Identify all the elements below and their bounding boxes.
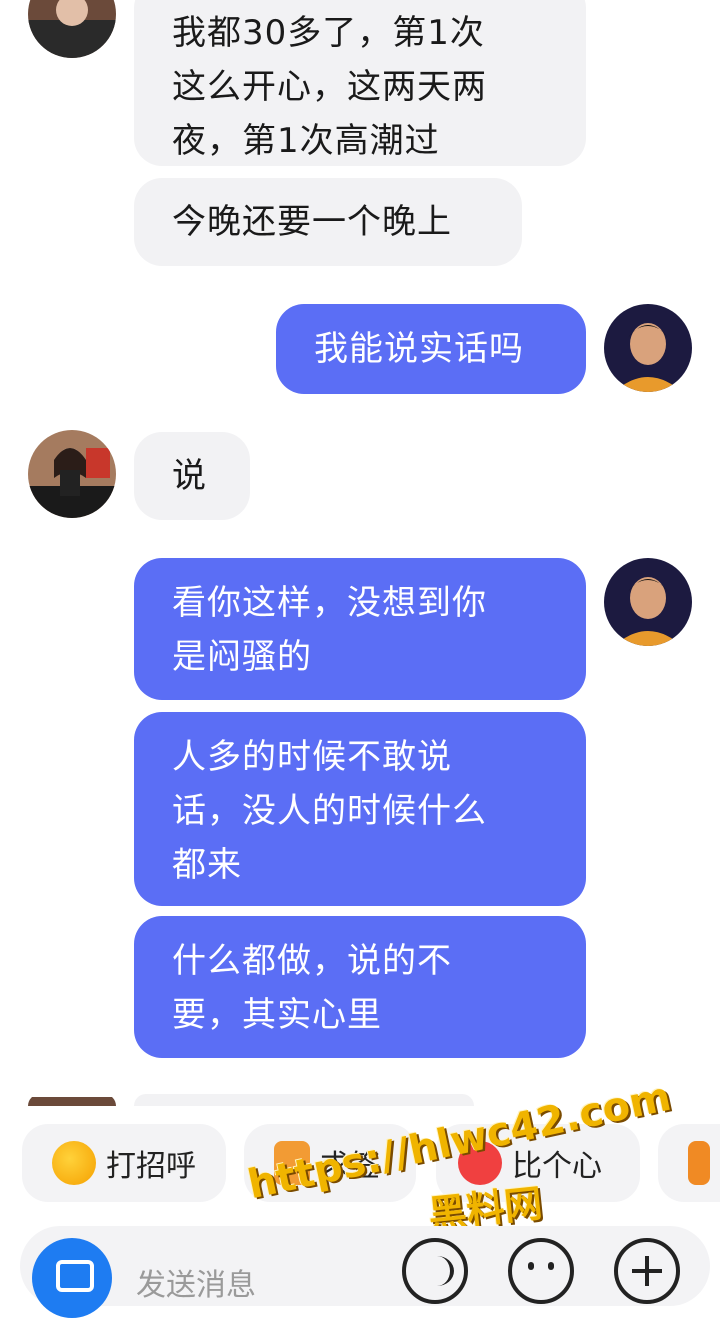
contact-avatar[interactable] (28, 430, 116, 518)
group-icon (688, 1141, 710, 1185)
my-avatar-image (604, 304, 692, 392)
message-bubble-received[interactable]: 说 (134, 432, 250, 520)
message-line: 是闷骚的 (172, 637, 312, 677)
voice-button[interactable] (402, 1238, 468, 1304)
message-line: 人多的时候不敢说 (172, 737, 452, 777)
message-line: 我都30多了，第1次 (172, 13, 485, 53)
voice-icon (420, 1256, 454, 1286)
message-line: 都来 (172, 845, 242, 885)
group-chip[interactable] (658, 1124, 720, 1202)
contact-avatar-image (28, 0, 116, 58)
message-line: 什么都做，说的不 (172, 941, 452, 981)
message-bubble-received[interactable]: 我都30多了，第1次 这么开心，这两天两 夜，第1次高潮过 (134, 0, 586, 166)
my-avatar[interactable] (604, 558, 692, 646)
contact-avatar-image (28, 1097, 116, 1106)
more-button[interactable] (614, 1238, 680, 1304)
message-line: 这么开心，这两天两 (172, 67, 487, 107)
message-bubble-sent[interactable]: 什么都做，说的不 要，其实心里 (134, 916, 586, 1058)
message-bubble-sent[interactable]: 看你这样，没想到你 是闷骚的 (134, 558, 586, 700)
message-text: 说 (172, 456, 207, 496)
message-line: 夜，第1次高潮过 (172, 121, 440, 161)
camera-icon (56, 1260, 94, 1292)
chip-label: 打招呼 (106, 1149, 196, 1184)
greet-chip[interactable]: 打招呼 (22, 1124, 226, 1202)
emoji-button[interactable] (508, 1238, 574, 1304)
contact-avatar[interactable] (28, 0, 116, 58)
smile-emoji-icon (52, 1141, 96, 1185)
message-bubble-received[interactable] (134, 1094, 474, 1106)
my-avatar-image (604, 558, 692, 646)
message-text: 我能说实话吗 (314, 329, 524, 369)
message-input[interactable]: 发送消息 (136, 1260, 256, 1304)
message-line: 看你这样，没想到你 (172, 583, 487, 623)
message-bubble-received[interactable]: 今晚还要一个晚上 (134, 178, 522, 266)
emoji-icon (528, 1262, 534, 1270)
message-text: 今晚还要一个晚上 (172, 202, 452, 242)
my-avatar[interactable] (604, 304, 692, 392)
contact-avatar-image (28, 430, 116, 518)
contact-avatar[interactable] (28, 1094, 116, 1106)
message-line: 要，其实心里 (172, 995, 382, 1035)
plus-icon-vertical (645, 1256, 649, 1286)
message-line: 话，没人的时候什么 (172, 791, 487, 831)
message-composer (20, 1226, 710, 1306)
camera-button[interactable] (32, 1238, 112, 1318)
message-bubble-sent[interactable]: 人多的时候不敢说 话，没人的时候什么 都来 (134, 712, 586, 906)
message-bubble-sent[interactable]: 我能说实话吗 (276, 304, 586, 394)
